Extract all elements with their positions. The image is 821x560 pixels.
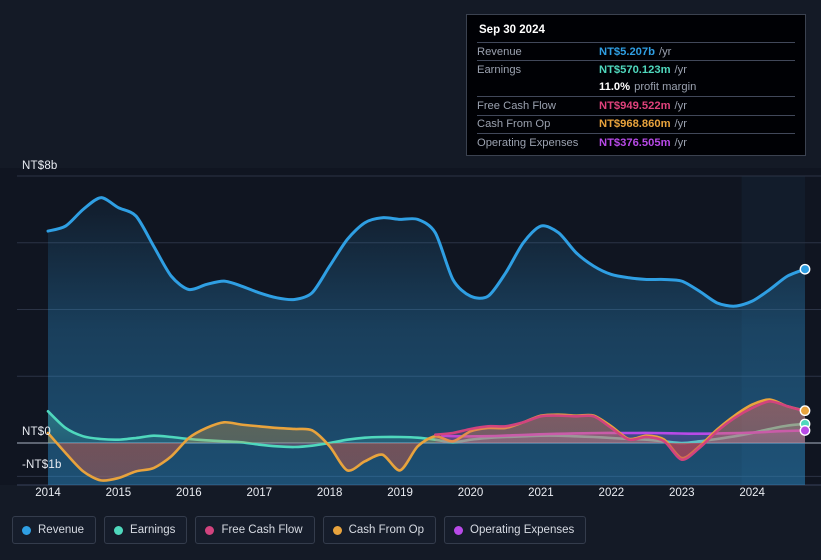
tooltip-row-value: NT$968.860m (599, 118, 671, 131)
legend-color-dot-icon (332, 525, 342, 535)
x-axis-tick-label: 2020 (457, 487, 484, 499)
x-axis-tick-label: 2021 (528, 487, 554, 499)
tooltip-row-label: Cash From Op (477, 118, 551, 131)
tooltip-row-unit: /yr (674, 118, 687, 131)
legend-item-label: Revenue (38, 524, 85, 536)
tooltip-row-value: 11.0% (599, 81, 631, 94)
tooltip-row-label: Operating Expenses (477, 136, 579, 149)
legend-item-operating-expenses[interactable]: Operating Expenses (444, 516, 587, 544)
legend-item-label: Cash From Op (348, 524, 425, 536)
tooltip-row-unit: /yr (674, 64, 687, 77)
x-axis-tick-label: 2022 (598, 487, 625, 499)
tooltip-row-unit: /yr (674, 99, 687, 112)
x-axis-tick-label: 2018 (316, 487, 343, 499)
legend-item-free-cash-flow[interactable]: Free Cash Flow (195, 516, 315, 544)
legend-item-revenue[interactable]: Revenue (12, 516, 97, 544)
chart-page: NT$8b NT$0 -NT$1b 2014 2015 2016 2017 2018 2019 2… (0, 0, 821, 560)
chart-legend[interactable]: Revenue Earnings Free Cash Flow Cash From O… (12, 516, 587, 544)
tooltip-row: Cash From Op NT$968.860m/yr (477, 114, 795, 133)
tooltip-row: Operating Expenses NT$376.505m/yr (477, 132, 795, 151)
tooltip-row-label: Earnings (477, 64, 522, 77)
legend-color-dot-icon (22, 525, 31, 535)
legend-color-dot-icon (205, 525, 215, 535)
tooltip-row-unit: profit margin (634, 81, 697, 94)
tooltip-row-value: NT$376.505m (599, 136, 671, 149)
legend-item-earnings[interactable]: Earnings (104, 516, 188, 544)
x-axis-tick-label: 2015 (105, 487, 132, 499)
tooltip-row-unit: /yr (674, 136, 687, 149)
legend-item-label: Free Cash Flow (221, 524, 303, 536)
endpoint-marker-cash-from-op (799, 405, 811, 417)
tooltip-row-value: NT$949.522m (599, 99, 671, 112)
x-axis-tick-label: 2019 (387, 487, 413, 499)
legend-color-dot-icon (114, 525, 124, 535)
x-axis-tick-label: 2023 (668, 487, 695, 499)
x-axis-tick-label: 2017 (246, 487, 273, 499)
endpoint-marker-revenue (799, 263, 811, 275)
tooltip-row: 11.0% profit margin (477, 79, 795, 96)
x-axis-tick-label: 2014 (35, 487, 61, 499)
tooltip-row: Revenue NT$5.207b/yr (477, 42, 795, 60)
tooltip-rows: Revenue NT$5.207b/yr Earnings NT$570.123m/y… (477, 42, 795, 151)
tooltip-row-unit: /yr (658, 45, 672, 58)
tooltip-date: Sep 30 2024 (479, 24, 545, 36)
legend-item-cash-from-op[interactable]: Cash From Op (322, 516, 437, 544)
tooltip-row: Free Cash Flow NT$949.522m/yr (477, 96, 795, 114)
legend-item-label: Earnings (130, 524, 176, 536)
data-tooltip: Sep 30 2024 Revenue NT$5.207b/yr Earnings N… (466, 14, 806, 156)
tooltip-row-label: Revenue (477, 45, 522, 58)
endpoint-marker-operating-expenses (799, 425, 811, 436)
x-axis-tick-label: 2016 (176, 487, 202, 499)
legend-color-dot-icon (454, 525, 464, 535)
legend-item-label: Operating Expenses (470, 524, 575, 536)
tooltip-row-label: Free Cash Flow (477, 99, 556, 112)
tooltip-row: Earnings NT$570.123m/yr (477, 60, 795, 78)
tooltip-row-value: NT$570.123m (599, 64, 671, 77)
tooltip-row-value: NT$5.207b (599, 45, 655, 58)
x-axis-tick-label: 2024 (739, 487, 765, 499)
